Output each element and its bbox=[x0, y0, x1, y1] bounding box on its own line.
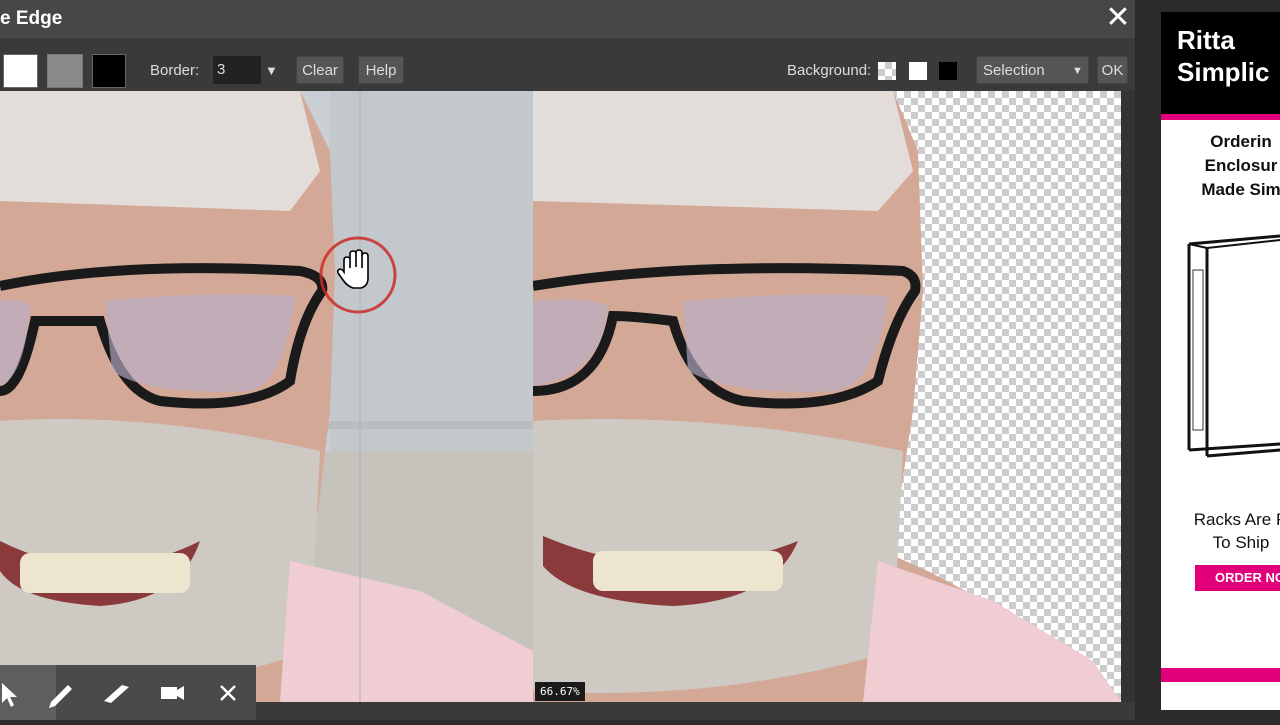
ad-brand-line1: Ritta bbox=[1177, 25, 1235, 55]
ad-body-line2: To Ship bbox=[1212, 533, 1270, 552]
cancel-tool-button[interactable] bbox=[200, 665, 256, 720]
border-label: Border: bbox=[150, 62, 200, 79]
border-input[interactable]: 3 bbox=[213, 56, 261, 84]
ad-body-line1: Racks Are R bbox=[1193, 510, 1280, 529]
black-background-swatch[interactable] bbox=[939, 62, 957, 80]
selection-value: Selection bbox=[983, 62, 1045, 79]
ad-headline-line3: Made Sim bbox=[1201, 180, 1280, 199]
original-photo bbox=[0, 91, 533, 702]
result-image-pane[interactable] bbox=[533, 91, 1121, 702]
result-photo bbox=[533, 91, 1121, 702]
advertisement[interactable]: Ritta Simplic Orderin Enclosur Made Sim … bbox=[1161, 12, 1280, 710]
eraser-icon bbox=[104, 685, 129, 703]
vertical-scrollbar[interactable] bbox=[1121, 91, 1135, 702]
ad-order-button[interactable]: ORDER NO bbox=[1195, 565, 1280, 591]
white-background-swatch[interactable] bbox=[909, 62, 927, 80]
transparent-background-swatch[interactable] bbox=[878, 62, 896, 80]
background-label: Background: bbox=[787, 62, 872, 79]
selection-dropdown[interactable]: Selection ▼ bbox=[976, 56, 1089, 84]
ok-button[interactable]: OK bbox=[1097, 56, 1128, 84]
help-button[interactable]: Help bbox=[358, 56, 404, 84]
original-image-pane[interactable] bbox=[0, 91, 533, 702]
chevron-down-icon: ▼ bbox=[1072, 65, 1083, 77]
ad-header: Ritta Simplic bbox=[1161, 12, 1280, 114]
ad-headline-line2: Enclosur bbox=[1204, 156, 1278, 175]
black-view-swatch[interactable] bbox=[92, 54, 126, 88]
dialog-titlebar: e Edge ✕ bbox=[0, 0, 1135, 38]
server-rack-image bbox=[1187, 234, 1280, 458]
border-dropdown-arrow-icon[interactable]: ▼ bbox=[265, 63, 278, 78]
zoom-level-readout: 66.67% bbox=[535, 682, 585, 701]
camera-tool-button[interactable] bbox=[144, 665, 200, 720]
pencil-tool-button[interactable] bbox=[32, 665, 88, 720]
clear-button[interactable]: Clear bbox=[296, 56, 344, 84]
refine-edge-dialog: e Edge ✕ Border: 3 ▼ Clear Help Backgrou… bbox=[0, 0, 1135, 720]
ad-footer-bar bbox=[1161, 668, 1280, 682]
ad-accent-line bbox=[1161, 114, 1280, 120]
dialog-title: e Edge bbox=[0, 8, 63, 29]
white-view-swatch[interactable] bbox=[3, 54, 38, 88]
camera-icon bbox=[161, 686, 184, 700]
close-icon[interactable]: ✕ bbox=[1104, 3, 1132, 33]
pencil-icon bbox=[49, 685, 72, 708]
eraser-tool-button[interactable] bbox=[88, 665, 144, 720]
hand-cursor-icon bbox=[319, 236, 397, 314]
gray-view-swatch[interactable] bbox=[47, 54, 83, 88]
ad-brand-line2: Simplic bbox=[1177, 57, 1270, 87]
bottom-toolbar bbox=[0, 665, 256, 720]
close-icon bbox=[220, 685, 236, 701]
ad-headline-line1: Orderin bbox=[1210, 132, 1272, 151]
